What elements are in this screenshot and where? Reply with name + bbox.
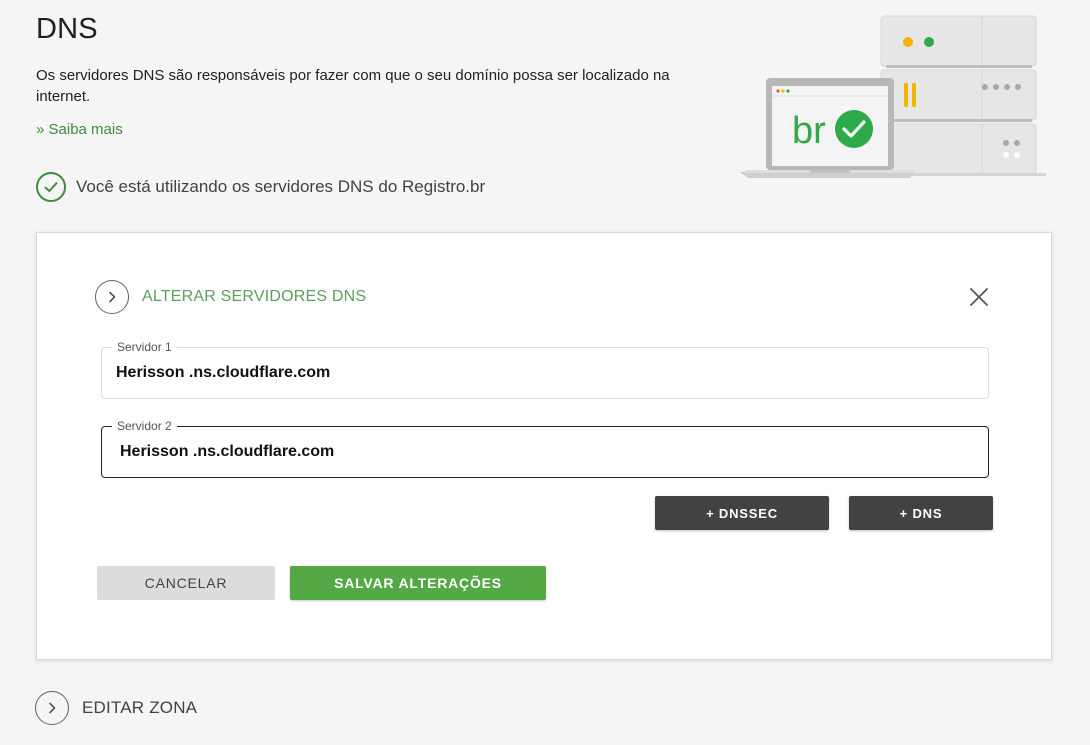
dns-panel: ALTERAR SERVIDORES DNS Servidor 1 Servid… [36,232,1052,660]
change-dns-header[interactable]: ALTERAR SERVIDORES DNS [95,280,366,314]
close-button[interactable] [965,283,993,311]
dns-status-text: Você está utilizando os servidores DNS d… [76,177,486,196]
change-dns-title: ALTERAR SERVIDORES DNS [142,288,367,305]
registro-br-logo: br [792,110,826,152]
add-dnssec-button[interactable]: + DNSSEC [655,496,829,530]
server-2-input[interactable] [102,427,988,477]
cancel-button[interactable]: CANCELAR [97,566,275,600]
edit-zone-title: EDITAR ZONA [82,698,198,717]
server-laptop-illustration: br [740,15,1046,178]
server-1-input[interactable] [102,348,988,398]
learn-more-link[interactable]: » Saiba mais [36,121,123,138]
chevron-right-icon [95,280,129,314]
server-2-field: Servidor 2 [101,418,989,478]
server-1-field: Servidor 1 [101,339,989,399]
close-icon [970,288,988,306]
chevron-right-icon [35,691,69,725]
page-title: DNS [36,13,98,45]
dns-status: Você está utilizando os servidores DNS d… [36,172,485,202]
check-circle-icon [36,172,66,202]
save-changes-button[interactable]: SALVAR ALTERAÇÕES [290,566,546,600]
dns-illustration: br [740,12,1060,187]
edit-zone-header[interactable]: EDITAR ZONA [35,691,197,725]
page-description: Os servidores DNS são responsáveis por f… [36,67,670,105]
add-dns-button[interactable]: + DNS [849,496,993,530]
